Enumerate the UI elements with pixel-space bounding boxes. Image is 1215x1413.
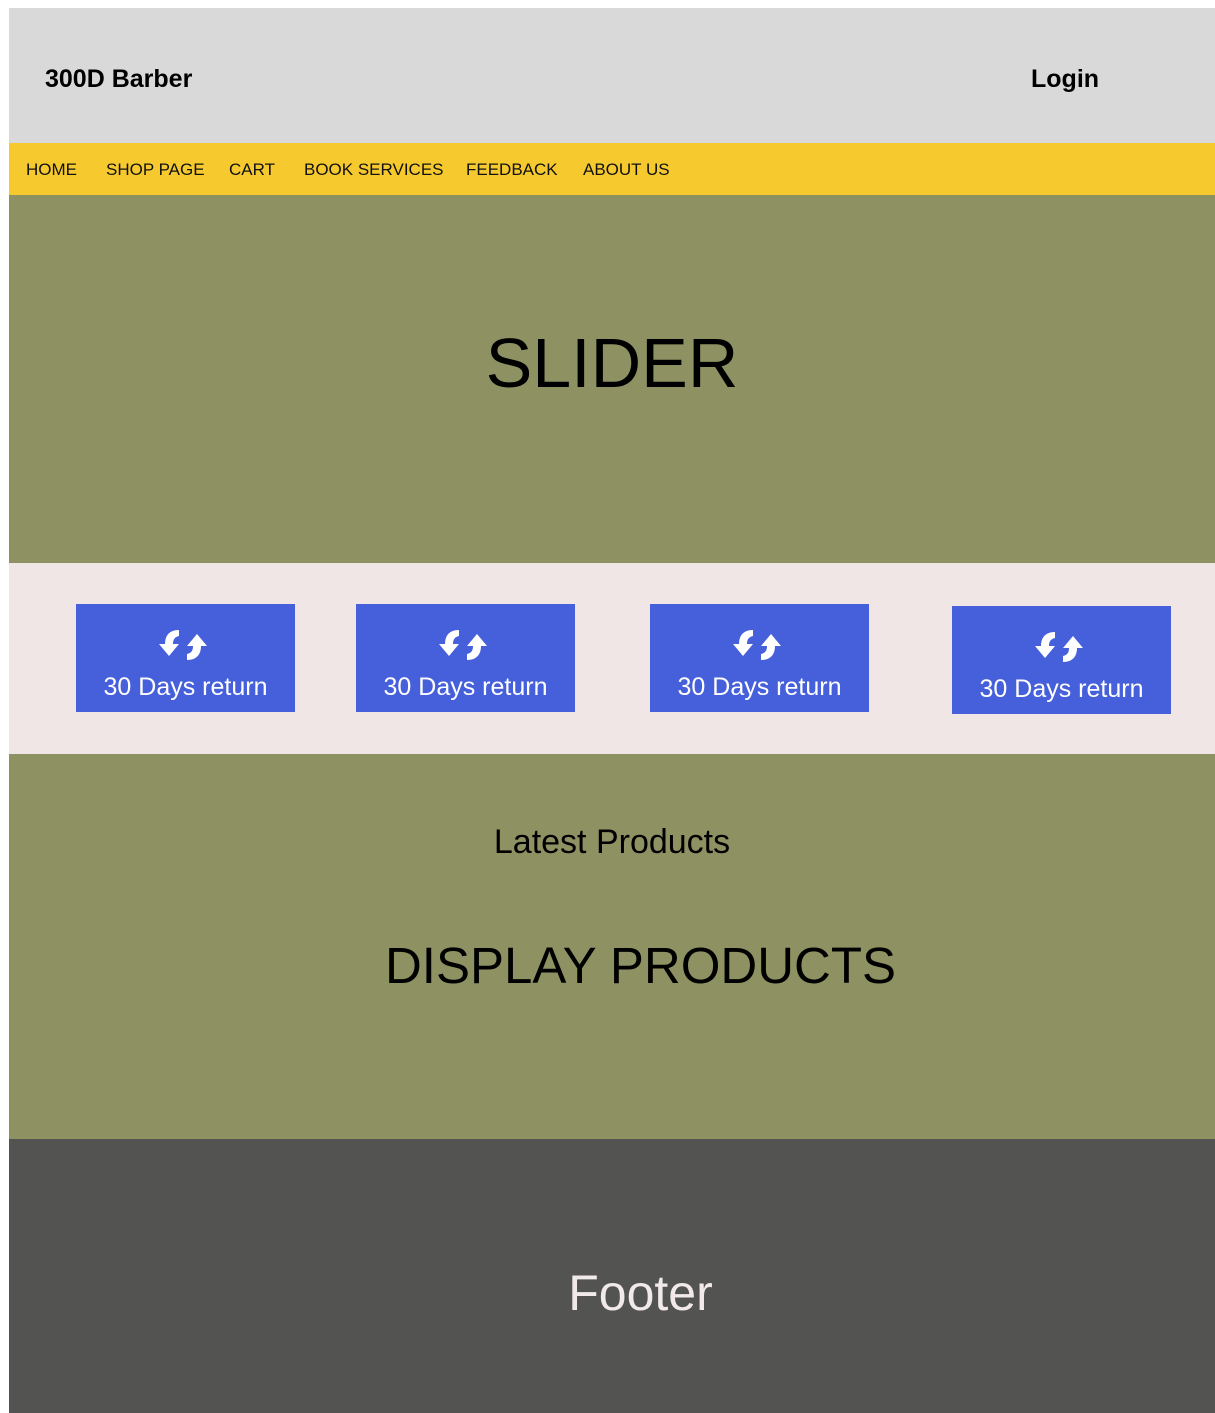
feature-card-return[interactable]: 30 Days return: [356, 604, 575, 712]
nav-item-feedback[interactable]: FEEDBACK: [466, 160, 558, 180]
refresh-arrows-icon: [439, 630, 487, 660]
nav-item-cart[interactable]: CART: [229, 160, 275, 180]
brand-logo-text[interactable]: 300D Barber: [45, 64, 192, 94]
feature-label: 30 Days return: [383, 673, 548, 701]
slider-title: SLIDER: [485, 324, 739, 402]
feature-card-return[interactable]: 30 Days return: [952, 606, 1171, 714]
page: 300D Barber Login HOME SHOP PAGE CART BO…: [9, 8, 1215, 1413]
nav-item-about-us[interactable]: ABOUT US: [583, 160, 670, 180]
refresh-arrows-icon: [1035, 632, 1083, 662]
site-footer: Footer: [9, 1139, 1215, 1413]
feature-label: 30 Days return: [677, 673, 842, 701]
feature-label: 30 Days return: [103, 673, 268, 701]
footer-label: Footer: [568, 1265, 713, 1321]
feature-card-return[interactable]: 30 Days return: [76, 604, 295, 712]
site-header: 300D Barber Login: [9, 8, 1215, 143]
nav-item-home[interactable]: HOME: [26, 160, 77, 180]
refresh-arrows-icon: [733, 630, 781, 660]
features-strip: 30 Days return 30 Days return 30 Days re…: [9, 563, 1215, 754]
display-products-placeholder: DISPLAY PRODUCTS: [384, 937, 897, 994]
login-link[interactable]: Login: [1031, 64, 1099, 94]
feature-card-return[interactable]: 30 Days return: [650, 604, 869, 712]
hero-slider[interactable]: SLIDER: [9, 195, 1215, 563]
refresh-arrows-icon: [159, 630, 207, 660]
feature-label: 30 Days return: [979, 675, 1144, 703]
latest-products-heading: Latest Products: [493, 823, 731, 861]
nav-item-shop-page[interactable]: SHOP PAGE: [106, 160, 205, 180]
nav-item-book-services[interactable]: BOOK SERVICES: [304, 160, 444, 180]
latest-products-section: Latest Products DISPLAY PRODUCTS: [9, 754, 1215, 1139]
main-nav: HOME SHOP PAGE CART BOOK SERVICES FEEDBA…: [9, 143, 1215, 195]
